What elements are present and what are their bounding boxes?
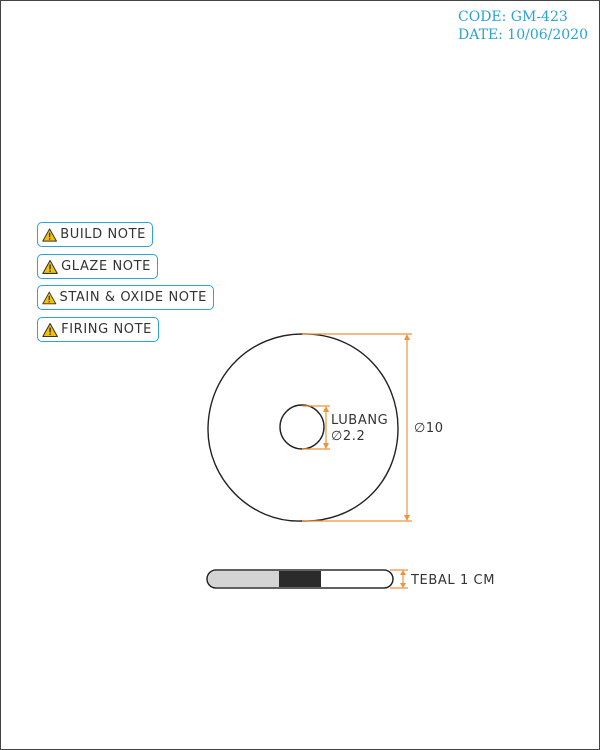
outer-diameter-label: ∅10 <box>414 421 444 436</box>
thickness-label: TEBAL 1 CM <box>410 573 495 588</box>
hole-diameter-label: ∅2.2 <box>331 429 365 444</box>
hole-label: LUBANG <box>331 413 388 428</box>
hole-dimension <box>302 405 330 450</box>
center-hole <box>279 404 325 450</box>
cross-section <box>206 569 394 589</box>
technical-drawing: LUBANG ∅2.2 ∅10 TEBAL 1 CM <box>206 333 495 589</box>
center-hole-section <box>279 571 321 587</box>
